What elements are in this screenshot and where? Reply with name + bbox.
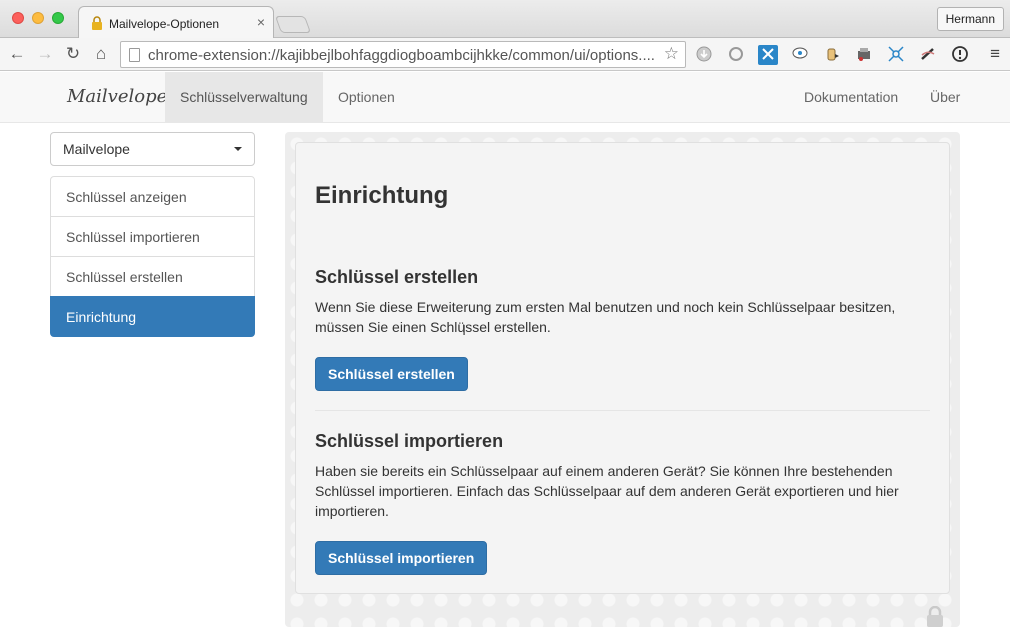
browser-titlebar: Mailvelope-Optionen × Hermann [0, 0, 1010, 39]
text-cursor-icon: I [462, 322, 467, 339]
create-key-heading: Schlüssel erstellen [315, 267, 479, 287]
extension-download-icon[interactable] [694, 45, 714, 65]
extension-chat-icon[interactable] [790, 45, 810, 65]
create-key-description: Wenn Sie diese Erweiterung zum ersten Ma… [315, 299, 896, 335]
import-key-description: Haben sie bereits ein Schlüsselpaar auf … [315, 463, 899, 519]
chevron-down-icon [234, 147, 242, 151]
keyring-select-value: Mailvelope [63, 141, 130, 157]
home-icon[interactable]: ⌂ [90, 43, 112, 65]
tab-title: Mailvelope-Optionen [109, 17, 220, 31]
extension-pen-icon[interactable] [918, 45, 938, 65]
nav-documentation[interactable]: Dokumentation [789, 72, 913, 122]
extension-network-icon[interactable] [886, 45, 906, 65]
reload-icon[interactable]: ↻ [62, 43, 84, 65]
browser-toolbar: ← → ↻ ⌂ chrome-extension://kajibbejlbohf… [0, 38, 1010, 71]
lock-icon [927, 606, 943, 627]
lock-icon [92, 16, 102, 30]
new-tab-button[interactable] [274, 16, 312, 33]
window-maximize-button[interactable] [52, 12, 64, 24]
keyring-select[interactable]: Mailvelope [50, 132, 255, 166]
create-key-button[interactable]: Schlüssel erstellen [315, 357, 468, 391]
sidebar-menu: Schlüssel anzeigen Schlüssel importieren… [50, 176, 255, 337]
nav-options[interactable]: Optionen [323, 72, 410, 122]
section-divider [315, 410, 930, 411]
forward-arrow-icon[interactable]: → [34, 43, 56, 65]
chrome-menu-icon[interactable]: ≡ [990, 44, 1000, 64]
extension-circle-icon[interactable] [726, 45, 746, 65]
extension-cross-icon[interactable] [758, 45, 778, 65]
page-title: Einrichtung [315, 182, 449, 209]
bookmark-star-icon[interactable]: ☆ [664, 44, 679, 64]
app-navbar: Mailvelope Schlüsselverwaltung Optionen … [0, 72, 1010, 123]
sidebar-item-generate-key[interactable]: Schlüssel erstellen [50, 256, 255, 297]
import-key-heading: Schlüssel importieren [315, 431, 504, 451]
import-key-button[interactable]: Schlüssel importieren [315, 541, 488, 575]
back-arrow-icon[interactable]: ← [6, 43, 28, 65]
sidebar-item-display-keys[interactable]: Schlüssel anzeigen [50, 176, 255, 217]
sidebar-item-import-keys[interactable]: Schlüssel importieren [50, 216, 255, 257]
tab-close-icon[interactable]: × [257, 14, 265, 30]
url-text[interactable]: chrome-extension://kajibbejlbohfaggdiogb… [148, 47, 656, 64]
extension-printer-icon[interactable] [854, 45, 874, 65]
window-close-button[interactable] [12, 12, 24, 24]
profile-button[interactable]: Hermann [936, 7, 1004, 31]
sidebar-item-setup[interactable]: Einrichtung [50, 296, 255, 337]
window-minimize-button[interactable] [32, 12, 44, 24]
page-icon [129, 48, 140, 62]
brand-logo[interactable]: Mailvelope [67, 86, 167, 107]
nav-about[interactable]: Über [915, 72, 975, 122]
browser-tab[interactable]: Mailvelope-Optionen × [78, 6, 274, 39]
extension-hand-icon[interactable] [822, 45, 842, 65]
extension-info-icon[interactable] [950, 45, 970, 65]
nav-keymanagement[interactable]: Schlüsselverwaltung [165, 72, 323, 122]
address-bar[interactable]: chrome-extension://kajibbejlbohfaggdiogb… [120, 41, 686, 68]
